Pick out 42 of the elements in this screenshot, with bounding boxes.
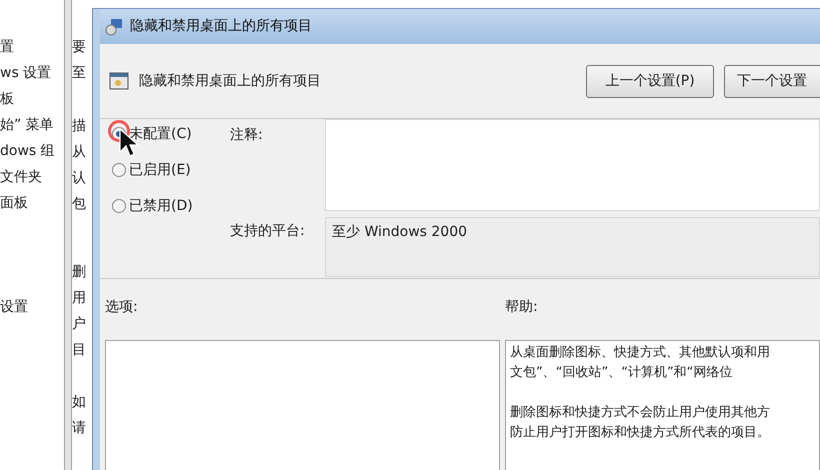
policy-icon — [109, 71, 129, 91]
tree-item[interactable]: 始” 菜单 — [0, 112, 64, 138]
description-text: 描 — [72, 117, 87, 136]
policy-heading: 隐藏和禁用桌面上的所有项目 — [139, 72, 321, 90]
window-title: 隐藏和禁用桌面上的所有项目 — [130, 17, 312, 36]
platform-value: 至少 Windows 2000 — [332, 224, 468, 240]
comment-field[interactable] — [325, 119, 820, 211]
mouse-pointer-icon — [119, 128, 141, 158]
description-text: 从 — [72, 143, 87, 162]
tree-item[interactable]: 文件夹 — [0, 164, 64, 190]
tree-item[interactable]: 板 — [0, 86, 64, 112]
setting-nav-button[interactable]: 下一个设置 — [724, 64, 820, 98]
description-text: 认 — [72, 169, 87, 188]
radio-option[interactable]: 已启用(E) — [112, 159, 230, 181]
description-text: 至 — [72, 64, 87, 83]
comment-label: 注释: — [230, 126, 264, 145]
radio-option[interactable]: 已禁用(D) — [112, 195, 230, 217]
setting-nav-button[interactable]: 上一个设置(P) — [586, 64, 714, 98]
help-text: 删除图标和快捷方式不会防止用户使用其他方 — [510, 404, 771, 422]
description-text: 户 — [72, 315, 87, 334]
description-text: 如 — [72, 393, 87, 412]
pane-splitter[interactable] — [64, 0, 72, 470]
description-text: 用 — [72, 289, 87, 308]
help-text: 文包”、“回收站”、“计算机”和“网络位 — [510, 364, 734, 382]
description-text: 删 — [72, 263, 87, 282]
help-text: 防止用户打开图标和快捷方式所代表的项目。 — [510, 424, 771, 442]
description-text: 包 — [72, 195, 87, 214]
platform-label: 支持的平台: — [230, 222, 306, 241]
options-label: 选项: — [105, 299, 138, 315]
help-label: 帮助: — [505, 299, 538, 315]
description-text: 要 — [72, 38, 87, 57]
description-text: 目 — [72, 341, 87, 360]
help-text: 从桌面删除图标、快捷方式、其他默认项和用 — [510, 344, 771, 362]
tree-item[interactable]: 设置 — [0, 294, 64, 320]
tree-item[interactable]: 置 — [0, 34, 64, 60]
radio-button[interactable] — [112, 199, 126, 213]
description-text: 请 — [72, 419, 87, 438]
tree-item[interactable]: ws 设置 — [0, 60, 64, 86]
policy-icon — [104, 18, 124, 36]
tree-item[interactable]: 面板 — [0, 190, 64, 216]
radio-button[interactable] — [112, 163, 126, 177]
tree-item[interactable]: dows 组 — [0, 138, 64, 164]
